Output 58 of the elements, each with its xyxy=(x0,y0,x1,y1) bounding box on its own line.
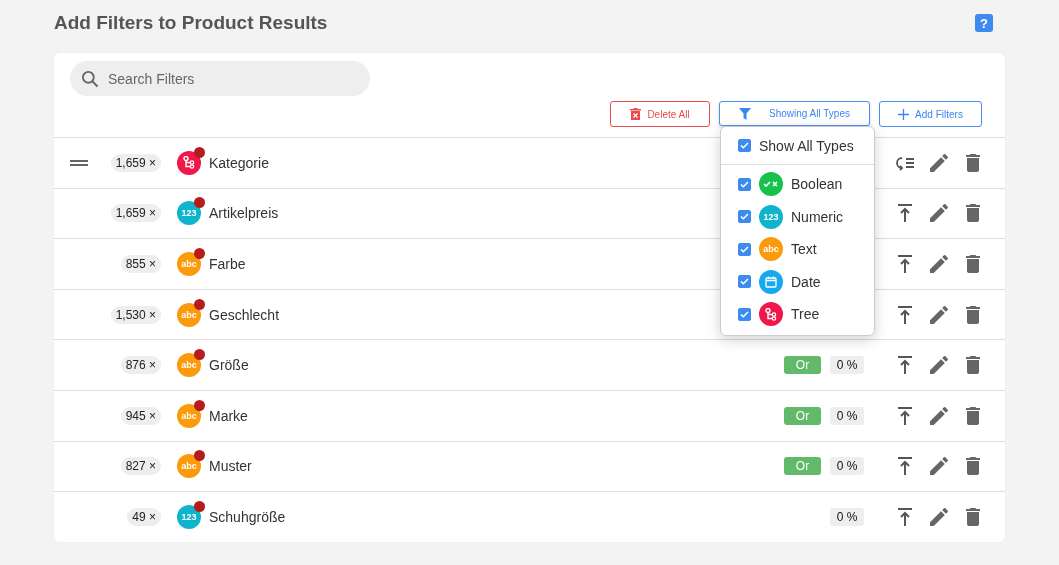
trash-icon xyxy=(630,107,642,121)
filter-name: Kategorie xyxy=(209,154,269,171)
edit-icon[interactable] xyxy=(927,252,951,276)
count-badge: 1,530 × xyxy=(110,305,161,324)
count-badge: 49 × xyxy=(127,507,161,526)
numeric-type-icon: 123 xyxy=(177,201,201,226)
drag-handle-icon[interactable] xyxy=(70,159,88,166)
tree-type-icon xyxy=(759,302,783,327)
search-icon xyxy=(80,69,100,89)
page-title: Add Filters to Product Results xyxy=(54,12,328,34)
text-type-icon: abc xyxy=(177,454,201,479)
text-type-icon: abc xyxy=(177,302,201,327)
or-tag: Or xyxy=(784,457,821,476)
filter-name: Farbe xyxy=(209,256,246,272)
menu-item[interactable]: Date xyxy=(721,265,874,298)
menu-item[interactable]: Boolean xyxy=(721,168,874,201)
percent-badge: 0 % xyxy=(830,507,864,526)
checkbox[interactable] xyxy=(738,242,751,256)
checkbox[interactable] xyxy=(738,307,751,321)
percent-badge: 0 % xyxy=(830,457,864,476)
boolean-type-icon xyxy=(759,172,783,197)
percent-badge: 0 % xyxy=(830,406,864,425)
or-tag: Or xyxy=(784,356,821,375)
text-type-icon: abc xyxy=(177,252,201,276)
numeric-type-icon: 123 xyxy=(759,204,783,229)
checkbox[interactable] xyxy=(738,210,751,224)
percent-badge: 0 % xyxy=(830,356,864,375)
date-type-icon xyxy=(759,269,783,294)
filter-name: Marke xyxy=(209,407,248,424)
menu-item[interactable]: Tree xyxy=(721,298,874,331)
filter-button[interactable]: Showing All Types xyxy=(719,101,870,126)
filter-name: Größe xyxy=(209,357,249,374)
add-button[interactable]: Add Filters xyxy=(879,101,982,127)
filter-icon xyxy=(739,107,751,120)
menu-item[interactable]: abc Text xyxy=(721,233,874,266)
filter-name: Geschlecht xyxy=(209,306,280,323)
text-type-icon: abc xyxy=(759,237,783,262)
filter-name: Muster xyxy=(209,458,252,475)
count-badge: 1,659 × xyxy=(110,153,161,172)
checkbox[interactable] xyxy=(738,177,751,191)
count-badge: 1,659 × xyxy=(110,204,161,223)
plus-icon xyxy=(898,108,910,120)
search-field[interactable]: Search Filters xyxy=(70,61,370,96)
count-badge: 945 × xyxy=(120,406,161,425)
filter-name: Artikelpreis xyxy=(209,205,279,222)
count-badge: 876 × xyxy=(120,356,161,375)
numeric-type-icon: 123 xyxy=(177,504,201,529)
or-tag: Or xyxy=(784,406,821,425)
tree-type-icon xyxy=(177,150,201,175)
filter-name: Schuhgröße xyxy=(209,508,286,525)
count-badge: 827 × xyxy=(120,457,161,476)
delete-button[interactable]: Delete All xyxy=(610,101,710,127)
menu-item[interactable]: 123 Numeric xyxy=(721,200,874,233)
count-badge: 855 × xyxy=(120,255,161,273)
text-type-icon: abc xyxy=(177,403,201,428)
checkbox[interactable] xyxy=(738,275,751,289)
checkbox[interactable] xyxy=(738,139,751,152)
text-type-icon: abc xyxy=(177,353,201,378)
